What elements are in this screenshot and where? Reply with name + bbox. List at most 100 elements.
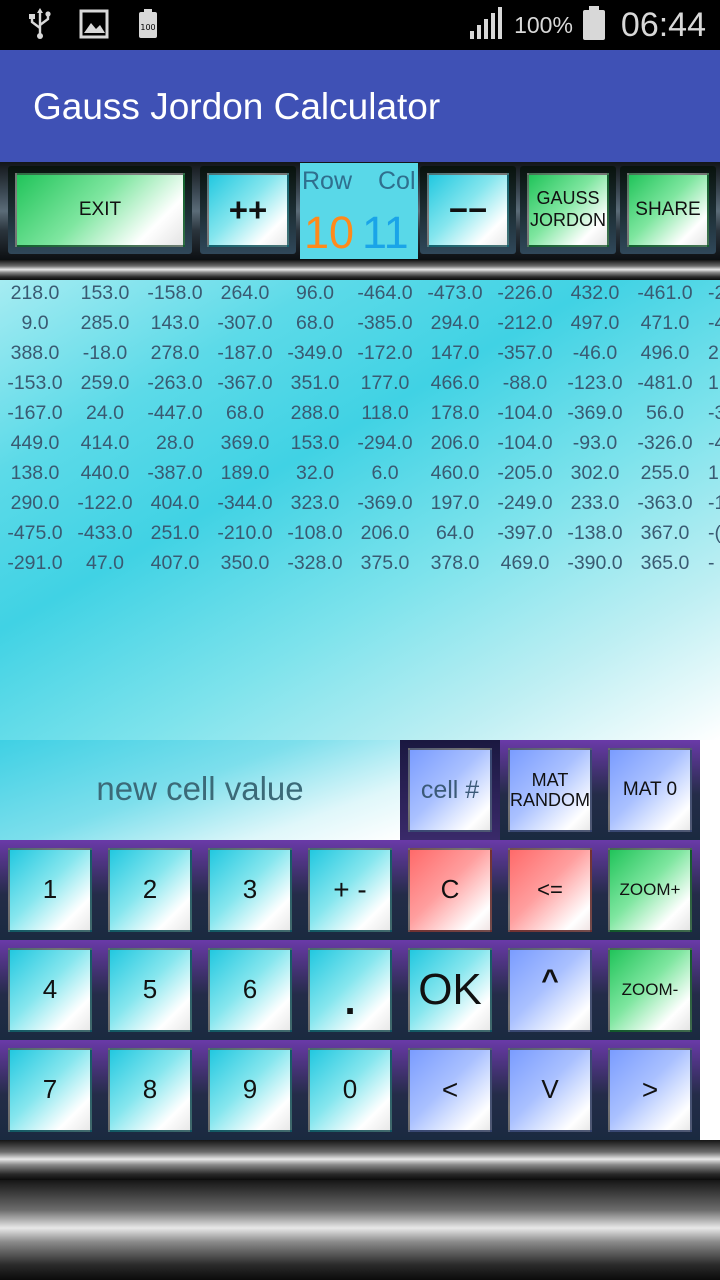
plus-minus-button[interactable]: + - [300, 840, 400, 940]
key-8[interactable]: 8 [100, 1040, 200, 1140]
matrix-cell[interactable]: 285.0 [70, 312, 140, 335]
matrix-cell[interactable]: -249.0 [490, 492, 560, 515]
matrix-cell[interactable]: 375.0 [350, 552, 420, 575]
up-arrow-button[interactable]: ^ [500, 940, 600, 1040]
matrix-cell[interactable]: -475.0 [0, 522, 70, 545]
matrix-cell[interactable]: 466.0 [420, 372, 490, 395]
matrix-cell[interactable]: 350.0 [210, 552, 280, 575]
matrix-cell[interactable]: -473.0 [420, 282, 490, 305]
matrix-view[interactable]: 218.0 153.0 -158.0 264.0 96.0 -464.0 -473.0 -22… [0, 280, 720, 740]
matrix-cell[interactable]: -4 [708, 432, 720, 455]
down-arrow-button[interactable]: V [500, 1040, 600, 1140]
decrement-button[interactable]: −− [420, 166, 516, 254]
matrix-cell[interactable]: 460.0 [420, 462, 490, 485]
matrix-cell[interactable]: -46.0 [560, 342, 630, 365]
matrix-cell[interactable]: -367.0 [210, 372, 280, 395]
matrix-cell[interactable]: 118.0 [350, 402, 420, 425]
matrix-cell[interactable]: -291.0 [0, 552, 70, 575]
matrix-cell[interactable]: -212.0 [490, 312, 560, 335]
matrix-cell[interactable]: 153.0 [70, 282, 140, 305]
matrix-cell[interactable]: -326.0 [630, 432, 700, 455]
key-4[interactable]: 4 [0, 940, 100, 1040]
matrix-cell[interactable]: 1 [708, 372, 720, 395]
matrix-cell[interactable]: 64.0 [420, 522, 490, 545]
matrix-cell[interactable]: 2 [708, 342, 720, 365]
matrix-cell[interactable]: 407.0 [140, 552, 210, 575]
left-arrow-button[interactable]: < [400, 1040, 500, 1140]
mat-zero-button[interactable]: MAT 0 [600, 740, 700, 840]
matrix-cell[interactable]: 288.0 [280, 402, 350, 425]
share-button[interactable]: SHARE [620, 166, 716, 254]
matrix-cell[interactable]: 278.0 [140, 342, 210, 365]
matrix-cell[interactable]: -187.0 [210, 342, 280, 365]
matrix-cell[interactable]: 68.0 [210, 402, 280, 425]
matrix-cell[interactable]: -172.0 [350, 342, 420, 365]
matrix-cell[interactable]: 218.0 [0, 282, 70, 305]
key-6[interactable]: 6 [200, 940, 300, 1040]
matrix-cell[interactable]: 369.0 [210, 432, 280, 455]
matrix-cell[interactable]: -104.0 [490, 432, 560, 455]
matrix-cell[interactable]: 323.0 [280, 492, 350, 515]
matrix-cell[interactable]: -363.0 [630, 492, 700, 515]
matrix-cell[interactable]: -328.0 [280, 552, 350, 575]
matrix-cell[interactable]: -210.0 [210, 522, 280, 545]
matrix-cell[interactable]: -123.0 [560, 372, 630, 395]
matrix-cell[interactable]: 1 [708, 462, 720, 485]
matrix-cell[interactable]: 351.0 [280, 372, 350, 395]
zoom-out-button[interactable]: ZOOM- [600, 940, 700, 1040]
matrix-cell[interactable]: -93.0 [560, 432, 630, 455]
exit-button[interactable]: EXIT [8, 166, 192, 254]
matrix-cell[interactable]: 264.0 [210, 282, 280, 305]
matrix-cell[interactable]: 259.0 [70, 372, 140, 395]
key-2[interactable]: 2 [100, 840, 200, 940]
matrix-cell[interactable]: -387.0 [140, 462, 210, 485]
matrix-cell[interactable]: 189.0 [210, 462, 280, 485]
matrix-cell[interactable]: 378.0 [420, 552, 490, 575]
matrix-cell[interactable]: -158.0 [140, 282, 210, 305]
matrix-cell[interactable]: -344.0 [210, 492, 280, 515]
matrix-cell[interactable]: -481.0 [630, 372, 700, 395]
matrix-cell[interactable]: 177.0 [350, 372, 420, 395]
matrix-cell[interactable]: 233.0 [560, 492, 630, 515]
matrix-cell[interactable]: 68.0 [280, 312, 350, 335]
zoom-in-button[interactable]: ZOOM+ [600, 840, 700, 940]
matrix-cell[interactable]: -263.0 [140, 372, 210, 395]
matrix-cell[interactable]: -433.0 [70, 522, 140, 545]
matrix-cell[interactable]: - [708, 552, 720, 575]
matrix-cell[interactable]: 178.0 [420, 402, 490, 425]
matrix-cell[interactable]: -18.0 [70, 342, 140, 365]
matrix-cell[interactable]: 414.0 [70, 432, 140, 455]
cell-number-button[interactable]: cell # [400, 740, 500, 840]
matrix-cell[interactable]: 290.0 [0, 492, 70, 515]
matrix-cell[interactable]: 32.0 [280, 462, 350, 485]
matrix-cell[interactable]: -153.0 [0, 372, 70, 395]
matrix-cell[interactable]: -385.0 [350, 312, 420, 335]
matrix-cell[interactable]: -3 [708, 402, 720, 425]
matrix-cell[interactable]: 294.0 [420, 312, 490, 335]
matrix-cell[interactable]: 6.0 [350, 462, 420, 485]
matrix-cell[interactable]: -( [708, 522, 720, 545]
matrix-cell[interactable]: -357.0 [490, 342, 560, 365]
matrix-cell[interactable]: 469.0 [490, 552, 560, 575]
matrix-cell[interactable]: -108.0 [280, 522, 350, 545]
matrix-cell[interactable]: 143.0 [140, 312, 210, 335]
matrix-cell[interactable]: 449.0 [0, 432, 70, 455]
matrix-cell[interactable]: 206.0 [420, 432, 490, 455]
right-arrow-button[interactable]: > [600, 1040, 700, 1140]
increment-button[interactable]: ++ [200, 166, 296, 254]
matrix-cell[interactable]: -447.0 [140, 402, 210, 425]
matrix-cell[interactable]: 197.0 [420, 492, 490, 515]
matrix-cell[interactable]: 9.0 [0, 312, 70, 335]
key-1[interactable]: 1 [0, 840, 100, 940]
matrix-cell[interactable]: -226.0 [490, 282, 560, 305]
matrix-cell[interactable]: 497.0 [560, 312, 630, 335]
matrix-cell[interactable]: -307.0 [210, 312, 280, 335]
matrix-cell[interactable]: 96.0 [280, 282, 350, 305]
matrix-cell[interactable]: -205.0 [490, 462, 560, 485]
matrix-cell[interactable]: 388.0 [0, 342, 70, 365]
new-cell-value-input[interactable]: new cell value [0, 740, 400, 840]
matrix-cell[interactable]: -122.0 [70, 492, 140, 515]
matrix-cell[interactable]: 471.0 [630, 312, 700, 335]
matrix-cell[interactable]: -104.0 [490, 402, 560, 425]
matrix-cell[interactable]: -369.0 [350, 492, 420, 515]
